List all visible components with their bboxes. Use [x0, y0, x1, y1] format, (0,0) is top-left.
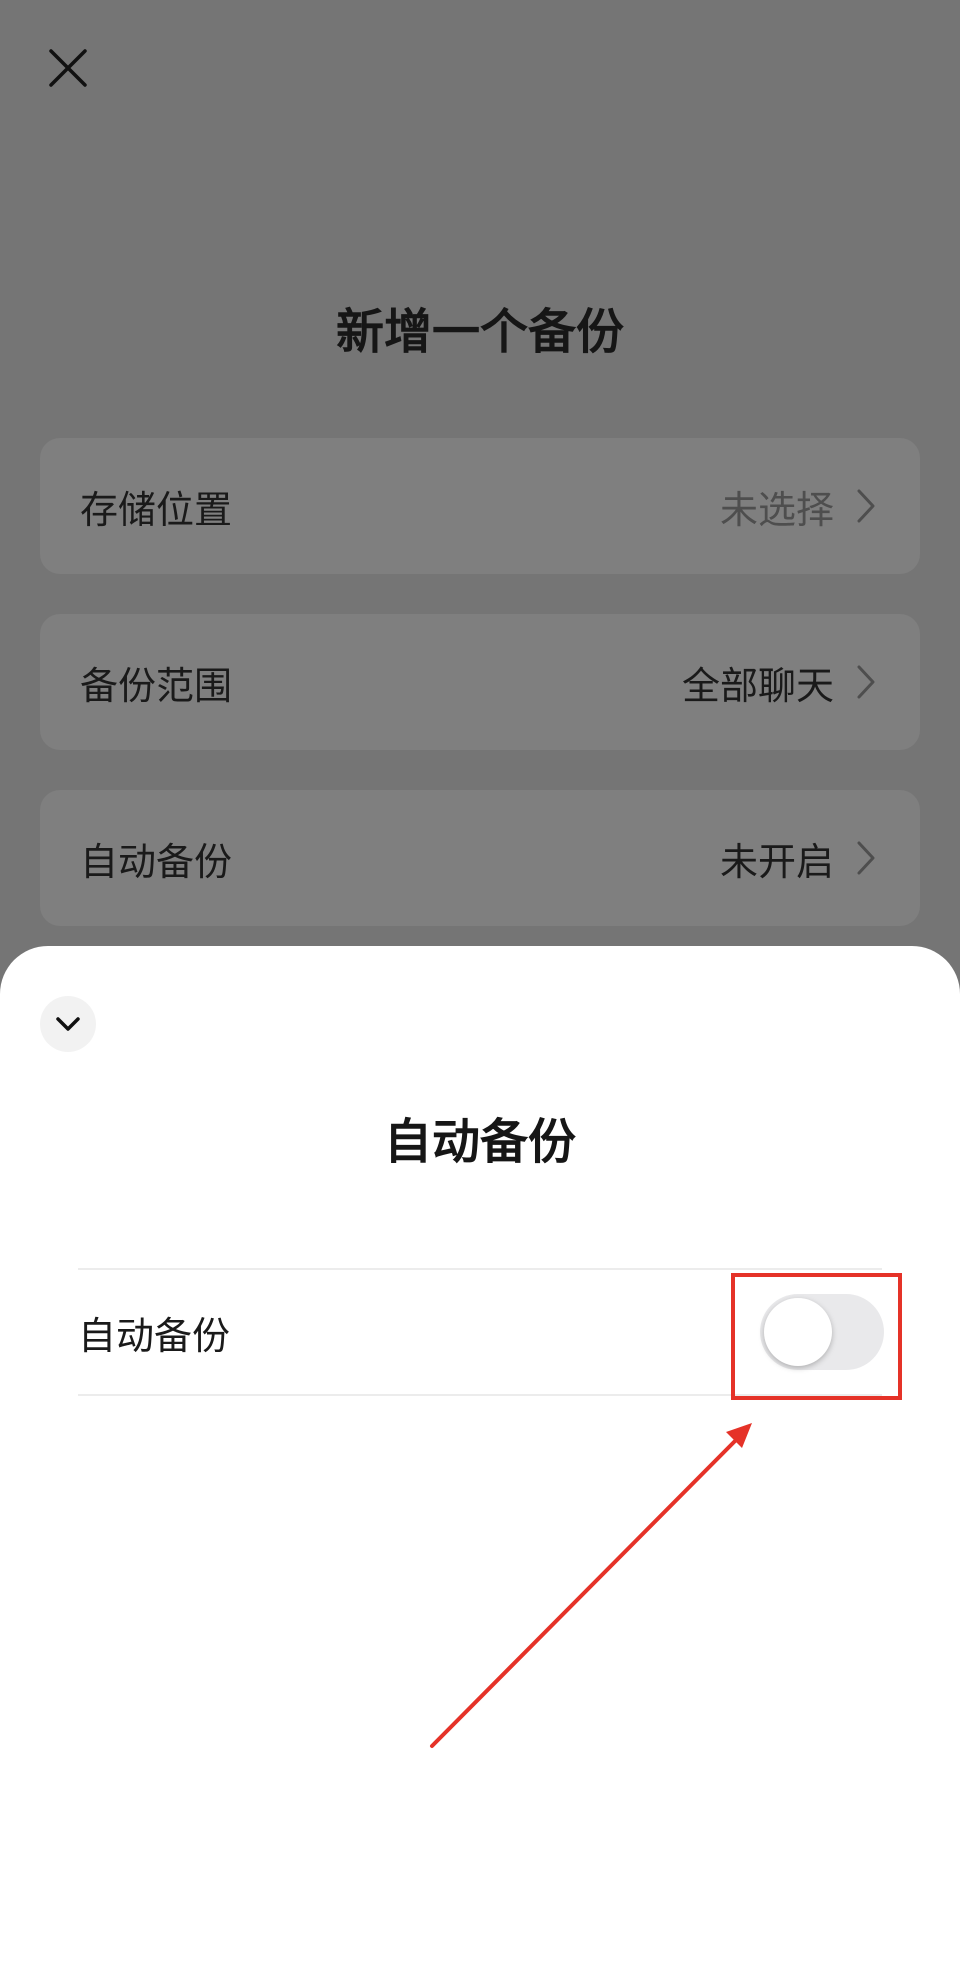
- collapse-sheet-button[interactable]: [40, 996, 96, 1052]
- chevron-right-icon: [856, 662, 880, 702]
- annotation-highlight-box: [731, 1273, 902, 1400]
- auto-backup-row[interactable]: 自动备份 未开启: [40, 790, 920, 926]
- storage-location-label: 存储位置: [80, 487, 233, 532]
- close-icon: [49, 49, 87, 87]
- backup-scope-label: 备份范围: [80, 663, 233, 708]
- close-button[interactable]: [36, 36, 100, 100]
- page-title: 新增一个备份: [335, 304, 624, 360]
- chevron-right-icon: [856, 838, 880, 878]
- storage-location-value: 未选择: [719, 487, 834, 532]
- auto-backup-value: 未开启: [719, 839, 834, 884]
- backup-scope-value: 全部聊天: [681, 663, 834, 708]
- chevron-right-icon: [856, 486, 880, 526]
- auto-backup-label: 自动备份: [80, 839, 233, 884]
- backup-scope-row[interactable]: 备份范围 全部聊天: [40, 614, 920, 750]
- auto-backup-sheet: 自动备份 自动备份: [0, 946, 960, 1963]
- sheet-title: 自动备份: [383, 1114, 576, 1170]
- storage-location-row[interactable]: 存储位置 未选择: [40, 438, 920, 574]
- chevron-down-icon: [56, 1017, 80, 1031]
